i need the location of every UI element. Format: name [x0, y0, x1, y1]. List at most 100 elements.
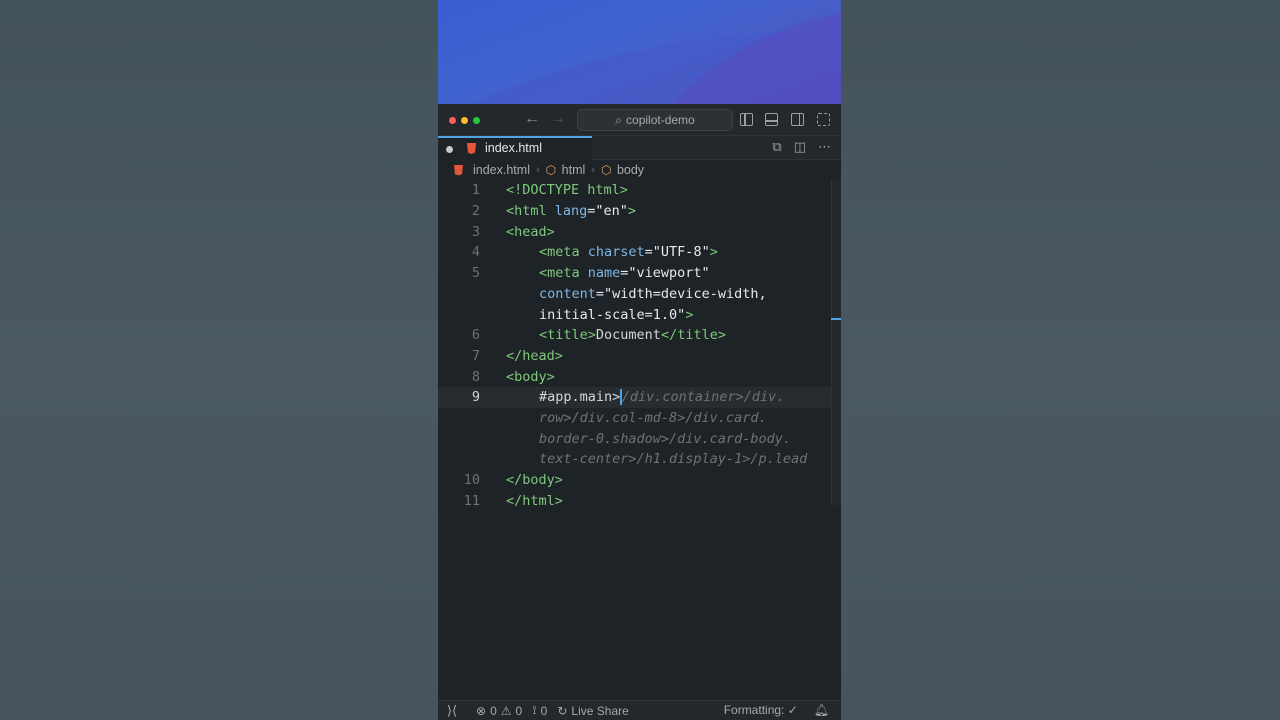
toggle-secondary-sidebar-icon[interactable]: [791, 113, 804, 126]
formatting-status[interactable]: Formatting: ✓: [724, 703, 798, 717]
forward-arrow-icon[interactable]: →: [550, 110, 566, 128]
code-token: lang: [546, 203, 588, 220]
code-line: 4 <meta charset="UTF-8">: [438, 242, 831, 263]
code-token: >: [627, 203, 637, 220]
code-token: <html: [506, 203, 547, 220]
code-token: </body>: [506, 472, 563, 489]
breadcrumb: index.html › ⬡ html › ⬡ body: [438, 160, 841, 180]
left-background: [0, 0, 438, 720]
element-cube-icon: ⬡: [600, 163, 612, 177]
line-number: 3: [471, 223, 480, 240]
line-number: 6: [471, 327, 480, 344]
notifications-bell-icon[interactable]: 🔔︎: [814, 703, 829, 717]
code-line-wrap: initial-scale=1.0">: [438, 304, 831, 325]
code-token: <meta: [539, 265, 580, 282]
remote-indicator-icon[interactable]: ⟩⟨: [438, 701, 466, 720]
code-token: <body>: [506, 368, 555, 385]
error-icon: ⊗: [476, 703, 487, 718]
line-number: 1: [471, 182, 480, 199]
active-code-line: 9 #app.main>/div.container>/div.: [438, 387, 831, 408]
tab-bar: index.html ⧉ ◫ ⋯: [438, 136, 841, 160]
code-token: <head>: [506, 223, 555, 240]
code-token: Document: [595, 327, 661, 344]
tab-index-html[interactable]: index.html: [438, 136, 592, 160]
code-line: 1 <!DOCTYPE html>: [438, 180, 831, 201]
copilot-suggestion: text-center>/h1.display-1>/p.lead: [539, 451, 808, 468]
line-number: 4: [471, 244, 480, 261]
warning-count: 0: [515, 703, 523, 718]
copilot-suggestion: row>/div.col-md-8>/div.card.: [539, 410, 767, 427]
code-token: <!DOCTYPE html>: [506, 182, 628, 199]
toggle-primary-sidebar-icon[interactable]: [740, 113, 753, 126]
chevron-right-icon: ›: [535, 164, 540, 176]
minimize-window-button[interactable]: [461, 117, 468, 124]
workspace-name: copilot-demo: [626, 113, 695, 127]
line-number: 7: [471, 347, 480, 364]
html5-icon: [454, 164, 463, 176]
typed-text: #app.main>: [539, 389, 621, 406]
breadcrumb-html[interactable]: html: [562, 163, 586, 177]
command-center-search[interactable]: ⌕ copilot-demo: [577, 109, 733, 131]
line-number: 8: [471, 368, 480, 385]
code-token: ="width=device-width,: [595, 285, 767, 302]
code-token: >: [709, 244, 718, 261]
editor-window-frame: ← → ⌕ copilot-demo index.html ⧉ ◫ ⋯ inde…: [438, 0, 841, 720]
code-token: <title>: [539, 327, 596, 344]
code-line: 2 <html lang="en">: [438, 201, 831, 222]
line-number: 11: [463, 492, 480, 509]
more-actions-icon[interactable]: ⋯: [818, 139, 831, 155]
breadcrumb-body[interactable]: body: [617, 163, 644, 177]
breadcrumb-file[interactable]: index.html: [473, 163, 530, 177]
code-line-wrap: text-center>/h1.display-1>/p.lead: [438, 449, 831, 470]
right-background: [841, 0, 1280, 720]
unsaved-dot-icon[interactable]: [446, 146, 453, 153]
line-number: 9: [471, 389, 480, 406]
code-token: </html>: [506, 492, 563, 509]
customize-layout-icon[interactable]: [817, 113, 830, 126]
line-number: 5: [471, 265, 480, 282]
copilot-suggestion: /div.container>/div.: [621, 389, 785, 406]
code-token: initial-scale=1.0": [539, 306, 686, 323]
line-number: 10: [463, 472, 480, 489]
code-line: 11 </html>: [438, 491, 831, 512]
code-line: 10 </body>: [438, 470, 831, 491]
code-line-wrap: content="width=device-width,: [438, 284, 831, 305]
code-line: 7 </head>: [438, 346, 831, 367]
code-editor[interactable]: 1 <!DOCTYPE html> 2 <html lang="en"> 3 <…: [438, 180, 831, 700]
chevron-right-icon: ›: [591, 164, 595, 176]
live-share-button[interactable]: ↻ Live Share: [557, 704, 628, 718]
desktop-wallpaper: [438, 0, 841, 104]
code-line-wrap: border-0.shadow>/div.card-body.: [438, 428, 831, 449]
code-line: 6 <title>Document</title>: [438, 325, 831, 346]
code-line: 5 <meta name="viewport": [438, 263, 831, 284]
live-share-label: Live Share: [571, 703, 629, 718]
back-arrow-icon[interactable]: ←: [524, 110, 540, 128]
title-bar: ← → ⌕ copilot-demo: [438, 104, 841, 136]
split-editor-icon[interactable]: ◫: [794, 139, 806, 155]
live-share-icon: ↻: [557, 703, 568, 718]
code-token: content: [539, 285, 596, 302]
problems-indicator[interactable]: ⊗ 0 ⚠ 0: [476, 704, 522, 718]
code-token: </head>: [506, 347, 563, 364]
line-number: 2: [471, 203, 480, 220]
scrollbar-cursor-marker: [831, 318, 841, 320]
tab-label: index.html: [485, 141, 542, 155]
ports-icon: ⟟: [532, 703, 537, 717]
html5-icon: [467, 143, 476, 154]
search-icon: ⌕: [615, 112, 623, 127]
open-preview-icon[interactable]: ⧉: [772, 139, 781, 155]
code-token: charset: [579, 244, 645, 261]
code-line-wrap: row>/div.col-md-8>/div.card.: [438, 408, 831, 429]
code-token: ="UTF-8": [644, 244, 710, 261]
ports-count: 0: [540, 703, 548, 718]
close-window-button[interactable]: [449, 117, 456, 124]
editor-scrollbar[interactable]: [831, 180, 841, 505]
toggle-panel-icon[interactable]: [765, 113, 778, 126]
ports-indicator[interactable]: ⟟ 0: [532, 703, 547, 718]
code-token: ="en": [587, 203, 628, 220]
maximize-window-button[interactable]: [473, 117, 480, 124]
code-line: 3 <head>: [438, 221, 831, 242]
status-bar: ⟩⟨ ⊗ 0 ⚠ 0 ⟟ 0 ↻ Live Share Formatting: …: [438, 700, 841, 720]
code-token: ="viewport": [620, 265, 710, 282]
element-cube-icon: ⬡: [545, 163, 557, 177]
